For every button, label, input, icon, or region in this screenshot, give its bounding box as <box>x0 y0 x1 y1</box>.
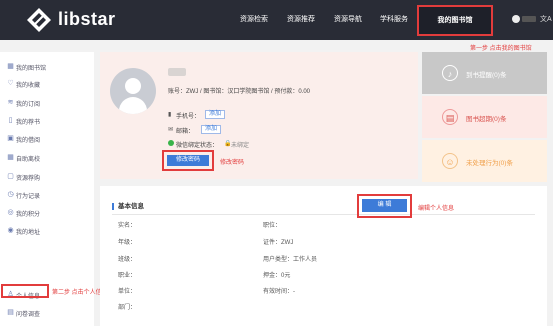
wechat-status: 未绑定 <box>231 143 250 149</box>
behavior-icon: ☺ <box>442 153 458 169</box>
nav-my-library-label: 我的图书馆 <box>437 17 473 24</box>
add-phone-button[interactable]: 添加 <box>205 110 225 119</box>
sidebar-item-label: 我的收藏 <box>16 83 41 89</box>
sidebar-item-label: 问卷调查 <box>16 312 41 318</box>
wechat-icon <box>168 140 174 146</box>
sidebar-item[interactable]: ▤ 问卷调查 <box>0 304 94 322</box>
overdue-icon: ▤ <box>442 109 458 125</box>
basic-info-card <box>100 186 547 326</box>
nav-my-library[interactable]: 我的图书馆 <box>417 5 493 36</box>
language-switch-icon[interactable]: 文A <box>540 14 552 24</box>
user-avatar[interactable] <box>512 15 520 23</box>
sidebar-item[interactable]: ▦ 自助离校 <box>0 149 94 167</box>
book-icon: ▯ <box>8 117 13 124</box>
arrival-reminder-card[interactable]: ♪ 到书提醒(0)条 <box>422 52 547 94</box>
sidebar-item[interactable]: ▦ 我的图书馆 <box>0 58 94 76</box>
brand-name[interactable]: libstar <box>58 9 116 30</box>
edit-button[interactable]: 编 辑 <box>362 199 407 212</box>
basic-info-title: 基本信息 <box>112 203 144 210</box>
profile-card <box>100 52 418 179</box>
sidebar-item-label: 行为记录 <box>16 194 41 200</box>
nav-resource-recommend[interactable]: 资源推荐 <box>287 14 315 24</box>
sidebar-item-label: 我的图书馆 <box>16 66 47 72</box>
sidebar-item-label: 我的积分 <box>16 212 41 218</box>
sidebar-item[interactable]: ◷ 行为记录 <box>0 186 94 204</box>
shop-icon: ▢ <box>7 173 14 180</box>
sidebar-item-label: 资源荐购 <box>16 176 41 182</box>
unprocessed-behavior-card[interactable]: ☺ 未处理行为(0)条 <box>422 140 547 182</box>
sidebar-item-label: 我的地址 <box>16 230 41 236</box>
calendar-icon: ▦ <box>7 154 14 161</box>
field-class: 班级： <box>118 257 137 263</box>
overdue-text: 图书超期(0)条 <box>466 116 507 123</box>
sidebar-item-label: 我的订阅 <box>16 102 41 108</box>
change-password-button[interactable]: 修改密码 <box>167 155 209 166</box>
sidebar-item[interactable]: ♡ 我的收藏 <box>0 75 94 93</box>
sidebar-item-label: 我的借阅 <box>16 138 41 144</box>
annotation-edit: 编辑个人信息 <box>418 206 455 212</box>
highlight-personal-info <box>1 284 49 298</box>
arrival-reminder-text: 到书提醒(0)条 <box>466 72 507 79</box>
nav-resource-navigation[interactable]: 资源导航 <box>334 14 362 24</box>
heart-icon: ♡ <box>7 80 14 87</box>
survey-icon: ▤ <box>7 309 14 316</box>
field-id-card: 证件：ZWJ <box>263 240 294 246</box>
user-name-redacted[interactable] <box>522 16 536 22</box>
field-valid-time: 有效时间：- <box>263 289 295 295</box>
mail-icon: ✉ <box>168 127 174 133</box>
email-label: 邮箱： <box>176 129 195 135</box>
nav-subject-service[interactable]: 学科服务 <box>380 14 408 24</box>
bell-icon: ♪ <box>442 65 458 81</box>
sidebar-item-label: 我的荐书 <box>16 120 41 126</box>
rss-icon: ≋ <box>7 99 14 106</box>
phone-label: 手机号： <box>176 114 201 120</box>
library-icon: ▦ <box>7 63 14 70</box>
sidebar-item[interactable]: ◉ 我的地址 <box>0 222 94 240</box>
field-department: 部门： <box>118 305 137 311</box>
annotation-step1: 第一步 点击我的图书馆 <box>470 46 532 52</box>
sidebar-item[interactable]: ▯ 我的荐书 <box>0 112 94 130</box>
sidebar-item[interactable]: ◎ 我的积分 <box>0 204 94 222</box>
field-occupation: 职业： <box>118 273 137 279</box>
field-unit: 单位： <box>118 289 137 295</box>
annotation-change-password: 修改密码 <box>220 160 245 166</box>
field-real-name: 实名： <box>118 223 137 229</box>
profile-avatar <box>110 68 156 114</box>
top-navbar: libstar 资源检索 资源推荐 资源导航 学科服务 我的图书馆 文A <box>0 0 553 40</box>
wechat-label: 微信绑定状态： <box>176 143 219 149</box>
libstar-diamond-logo-icon[interactable] <box>26 7 52 33</box>
field-position: 职位： <box>263 223 282 229</box>
nav-resource-search[interactable]: 资源检索 <box>240 14 268 24</box>
location-icon: ◉ <box>7 227 14 234</box>
record-icon: ◷ <box>7 191 14 198</box>
account-info: 账号：ZWJ / 图书馆：汉口学院图书馆 / 预付款：0.00 <box>168 89 311 95</box>
points-icon: ◎ <box>7 209 14 216</box>
sidebar-item[interactable]: ▢ 资源荐购 <box>0 168 94 186</box>
sidebar-item[interactable]: ≋ 我的订阅 <box>0 94 94 112</box>
overdue-card[interactable]: ▤ 图书超期(0)条 <box>422 96 547 138</box>
divider <box>112 214 535 215</box>
sidebar-item-label: 自助离校 <box>16 157 41 163</box>
field-user-type: 用户类型：工作人员 <box>263 257 318 263</box>
unprocessed-behavior-text: 未处理行为(0)条 <box>466 160 513 167</box>
username-redacted <box>168 68 186 76</box>
borrow-icon: ▣ <box>7 135 14 142</box>
phone-icon: ▮ <box>168 112 172 118</box>
field-grade: 年级： <box>118 240 137 246</box>
field-deposit: 押金：0元 <box>263 273 291 279</box>
add-email-button[interactable]: 添加 <box>201 125 221 134</box>
sidebar-item[interactable]: ▣ 我的借阅 <box>0 130 94 148</box>
